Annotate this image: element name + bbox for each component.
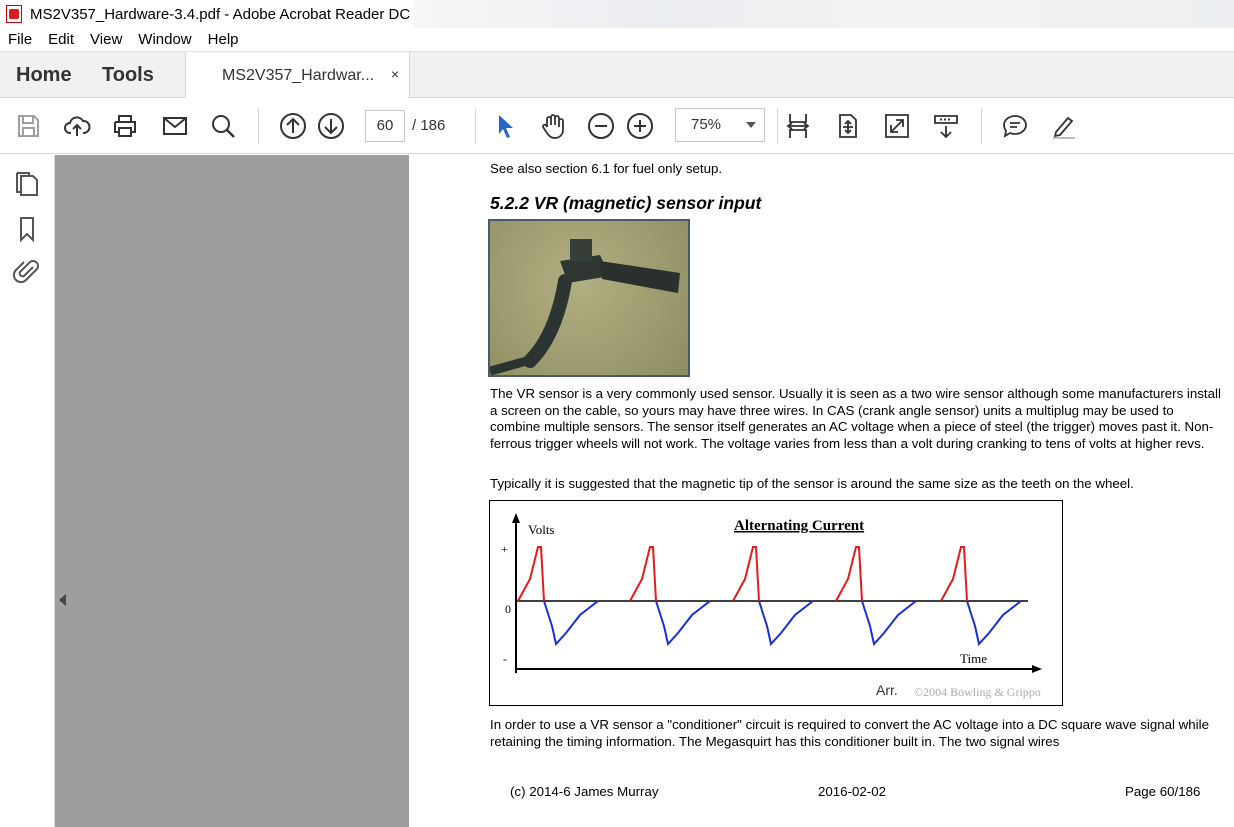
positive-pulse <box>732 546 760 602</box>
cloud-upload-icon[interactable] <box>61 110 93 142</box>
negative-pulse <box>758 600 814 647</box>
toolbar-separator <box>475 108 476 144</box>
menu-bar: File Edit View Window Help <box>0 28 1234 52</box>
close-tab-icon[interactable]: × <box>391 66 399 82</box>
toolbar-separator <box>981 108 982 144</box>
y-tick-minus: - <box>503 652 507 666</box>
chart-title: Alternating Current <box>734 518 864 534</box>
x-axis-arrow <box>1032 665 1042 673</box>
chevron-down-icon <box>746 122 756 128</box>
y-tick-plus: + <box>501 542 508 556</box>
highlight-icon[interactable] <box>1048 110 1080 142</box>
tab-document-label: MS2V357_Hardwar... <box>222 66 375 84</box>
navigation-pane <box>55 155 409 827</box>
toolbar-separator <box>777 108 778 144</box>
figure-copyright: ©2004 Bowling & Grippo <box>914 685 1041 699</box>
comment-icon[interactable] <box>999 110 1031 142</box>
menu-window[interactable]: Window <box>138 31 191 48</box>
y-axis-label: Volts <box>528 522 555 537</box>
paragraph-conditioner: In order to use a VR sensor a "condition… <box>490 717 1209 749</box>
tab-bar: Home Tools MS2V357_Hardwar... × <box>0 52 1234 99</box>
menu-file[interactable]: File <box>8 31 32 48</box>
paragraph-magnetic-tip: Typically it is suggested that the magne… <box>490 476 1134 491</box>
menu-help[interactable]: Help <box>208 31 239 48</box>
toolbar-separator <box>258 108 259 144</box>
positive-pulse <box>629 546 657 602</box>
negative-pulse <box>655 600 711 647</box>
scroll-mode-icon[interactable] <box>930 110 962 142</box>
negative-pulse <box>861 600 917 647</box>
positive-pulse <box>517 546 545 602</box>
rotate-icon[interactable] <box>832 110 864 142</box>
title-bar-background <box>414 0 1234 28</box>
fit-width-icon[interactable] <box>782 110 814 142</box>
email-icon[interactable] <box>159 110 191 142</box>
left-rail <box>0 155 55 827</box>
fullscreen-icon[interactable] <box>881 110 913 142</box>
zoom-select[interactable]: 75% <box>675 108 765 142</box>
tab-tools[interactable]: Tools <box>102 64 154 87</box>
zoom-value: 75% <box>691 116 722 133</box>
toolbar <box>0 98 1234 154</box>
select-cursor-icon[interactable] <box>489 110 521 142</box>
arrow-down-icon[interactable] <box>315 110 347 142</box>
collapse-pane-icon[interactable] <box>59 594 66 606</box>
document-page: See also section 6.1 for fuel only setup… <box>409 155 1234 827</box>
arrow-up-icon[interactable] <box>277 110 309 142</box>
bookmark-icon[interactable] <box>12 214 42 244</box>
ac-waveform-svg: Volts Time Alternating Current + 0 - Arr… <box>501 513 1042 699</box>
negative-pulse <box>543 600 599 647</box>
menu-edit[interactable]: Edit <box>48 31 74 48</box>
footer-copyright: (c) 2014-6 James Murray <box>510 784 659 799</box>
y-axis-arrow <box>512 513 520 523</box>
tab-home[interactable]: Home <box>16 64 72 87</box>
footer-page: Page 60/186 <box>1125 784 1201 799</box>
window-title: MS2V357_Hardware-3.4.pdf - Adobe Acrobat… <box>30 5 411 23</box>
alternating-current-figure: Volts Time Alternating Current + 0 - Arr… <box>489 500 1063 706</box>
pages-icon[interactable] <box>12 169 42 199</box>
search-icon[interactable] <box>207 110 239 142</box>
pdf-app-icon <box>6 5 22 23</box>
hand-icon[interactable] <box>537 110 569 142</box>
caption-arr: Arr. <box>876 682 898 698</box>
positive-pulse <box>835 546 863 602</box>
page-total: / 186 <box>412 117 446 134</box>
attachment-icon[interactable] <box>12 257 42 287</box>
vr-sensor-photo <box>488 219 690 377</box>
save-icon[interactable] <box>12 110 44 142</box>
footer-date: 2016-02-02 <box>818 784 887 799</box>
tab-document[interactable]: MS2V357_Hardwar... × <box>185 52 410 99</box>
paragraph-vr-description: The VR sensor is a very commonly used se… <box>490 386 1221 451</box>
menu-view[interactable]: View <box>90 31 122 48</box>
section-heading: 5.2.2 VR (magnetic) sensor input <box>490 193 762 213</box>
positive-pulse <box>940 546 968 602</box>
title-bar: MS2V357_Hardware-3.4.pdf - Adobe Acrobat… <box>0 0 1234 28</box>
negative-pulse <box>966 600 1022 647</box>
x-axis-label: Time <box>960 651 987 666</box>
y-tick-zero: 0 <box>505 602 511 616</box>
paragraph-fuel-setup: See also section 6.1 for fuel only setup… <box>490 161 723 176</box>
zoom-out-icon[interactable] <box>585 110 617 142</box>
page-number-input[interactable]: 60 <box>365 110 405 142</box>
zoom-in-icon[interactable] <box>624 110 656 142</box>
print-icon[interactable] <box>109 110 141 142</box>
